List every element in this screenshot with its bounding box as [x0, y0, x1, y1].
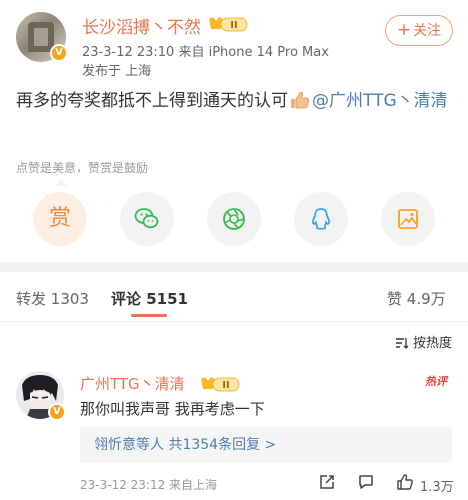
tab-reposts-count: 1303	[50, 290, 89, 308]
comment-text: 那你叫我声哥 我再考虑一下	[80, 400, 265, 418]
sort-icon	[395, 338, 409, 349]
mention-link[interactable]: @广州TTG丶清清	[312, 91, 448, 111]
active-tab-indicator	[131, 314, 167, 317]
wechat-icon	[134, 208, 159, 229]
tab-comments-count: 5151	[146, 290, 188, 308]
follow-button[interactable]: + 关注	[385, 15, 453, 46]
tip-caret	[55, 179, 67, 186]
sort-label: 按热度	[412, 336, 452, 351]
like-comment-icon[interactable]	[396, 473, 414, 491]
comment-time-location: 23-3-12 23:12 来自上海	[80, 478, 218, 492]
moments-aperture-icon	[223, 208, 245, 230]
section-divider	[0, 262, 468, 272]
tab-comments-label: 评论	[111, 290, 142, 308]
reward-tip: 点赞是美意，赞赏是鼓励	[16, 161, 149, 175]
commenter-name[interactable]: 广州TTG丶清清	[80, 373, 185, 394]
commenter-vip-badge-icon: II	[201, 377, 240, 392]
reward-button[interactable]: 赏	[33, 192, 87, 246]
svg-text:II: II	[230, 20, 237, 31]
tab-reposts[interactable]: 转发 1303	[16, 288, 89, 309]
hot-comment-badge: 热评	[425, 375, 447, 388]
tab-reposts-label: 转发	[16, 290, 47, 308]
post-location: 发布于 上海	[82, 64, 152, 79]
share-comment-icon[interactable]	[318, 473, 336, 491]
save-image-button[interactable]	[381, 192, 435, 246]
post-header: V 长沙滔搏丶不然 II 23-3-12 23:10 来自 iPhone 14 …	[0, 0, 468, 82]
follow-label: 关注	[413, 23, 442, 39]
tab-likes[interactable]: 赞 4.9万	[387, 288, 446, 309]
share-moments-button[interactable]	[207, 192, 261, 246]
tabs-divider	[0, 321, 468, 322]
post-text: 再多的夸奖都抵不上得到通天的认可	[16, 91, 288, 111]
reward-label: 赏	[48, 206, 71, 231]
save-image-icon	[398, 209, 418, 229]
commenter-verified-icon: V	[48, 403, 66, 421]
post-author-name[interactable]: 长沙滔搏丶不然	[82, 13, 201, 38]
comment-like-count: 1.3万	[420, 480, 454, 495]
view-replies-link[interactable]: 翎忻意等人 共1354条回复 >	[80, 427, 452, 463]
svg-text:II: II	[222, 380, 229, 391]
qq-penguin-icon	[312, 208, 330, 230]
post-time-device: 23-3-12 23:10 来自 iPhone 14 Pro Max	[82, 45, 329, 60]
tab-likes-label: 赞	[387, 290, 403, 308]
tab-comments[interactable]: 评论 5151	[111, 288, 188, 309]
reply-comment-icon[interactable]	[357, 473, 375, 491]
plus-icon: +	[396, 20, 412, 40]
interaction-tabs: 转发 1303 评论 5151 赞 4.9万	[0, 272, 468, 322]
verified-badge-icon: V	[50, 44, 68, 62]
thumbs-up-emoji-icon	[291, 91, 309, 109]
share-qq-button[interactable]	[294, 192, 348, 246]
post-content: 再多的夸奖都抵不上得到通天的认可 @广州TTG丶清清	[16, 88, 456, 114]
sort-by-hot-button[interactable]: 按热度	[395, 332, 452, 351]
share-wechat-button[interactable]	[120, 192, 174, 246]
vip-level-badge-icon: II	[209, 17, 248, 32]
tab-likes-count: 4.9万	[406, 290, 446, 308]
